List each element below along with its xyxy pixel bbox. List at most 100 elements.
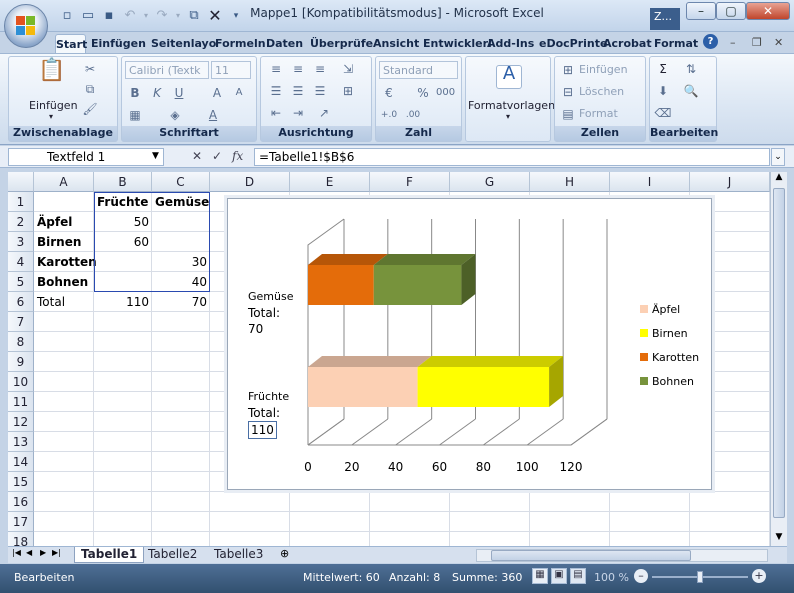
column-header-f[interactable]: F xyxy=(370,172,450,192)
fill-icon[interactable]: ⬇ xyxy=(654,83,672,99)
paste-button[interactable]: Einfügen xyxy=(29,99,78,112)
styles-dropdown-icon[interactable]: ▾ xyxy=(506,112,510,121)
confirm-icon[interactable]: ✓ xyxy=(212,149,222,163)
h-scroll-thumb[interactable] xyxy=(491,550,691,561)
column-header-b[interactable]: B xyxy=(94,172,152,192)
cell-a6[interactable]: Total xyxy=(34,292,68,312)
row-header-10[interactable]: 10 xyxy=(8,372,34,392)
align-top-icon[interactable]: ≡ xyxy=(267,61,285,77)
orientation-icon[interactable]: ↗ xyxy=(315,105,333,121)
workbook-restore-icon[interactable]: ❐ xyxy=(752,36,762,49)
sort-filter-icon[interactable]: ⇅ xyxy=(682,61,700,77)
sheet-tab-tabelle1[interactable]: Tabelle1 xyxy=(74,547,145,563)
zoom-slider-thumb[interactable] xyxy=(697,571,703,583)
normal-view-icon[interactable]: ▦ xyxy=(532,568,548,584)
scroll-down-icon[interactable]: ▼ xyxy=(772,532,786,546)
row-header-16[interactable]: 16 xyxy=(8,492,34,512)
zoom-level[interactable]: 100 % xyxy=(594,571,629,584)
page-layout-icon[interactable]: ▣ xyxy=(551,568,567,584)
grow-font-icon[interactable]: A xyxy=(208,85,226,101)
row-header-8[interactable]: 8 xyxy=(8,332,34,352)
row-header-15[interactable]: 15 xyxy=(8,472,34,492)
align-bottom-icon[interactable]: ≡ xyxy=(311,61,329,77)
indent-increase-icon[interactable]: ⇥ xyxy=(289,105,307,121)
name-box-dropdown-icon[interactable]: ▼ xyxy=(152,151,159,161)
scroll-up-icon[interactable]: ▲ xyxy=(772,172,786,186)
tab-acrobat[interactable]: Acrobat xyxy=(603,34,652,54)
last-sheet-icon[interactable]: ▶| xyxy=(52,548,61,557)
row-header-6[interactable]: 6 xyxy=(8,292,34,312)
merge-cells-icon[interactable]: ⊞ xyxy=(339,83,357,99)
tab-format[interactable]: Format xyxy=(654,34,698,54)
paste-icon[interactable]: 📋 xyxy=(37,60,67,91)
cut-icon[interactable]: ✂ xyxy=(81,61,99,77)
chart-object[interactable]: 0 20 40 60 80 100 120 Äpfel Birnen Karotten Bohne… xyxy=(227,198,712,490)
align-left-icon[interactable]: ☰ xyxy=(267,83,285,99)
row-header-17[interactable]: 17 xyxy=(8,512,34,532)
cell-a5[interactable]: Bohnen xyxy=(34,272,91,292)
cancel-icon[interactable]: ✕ xyxy=(192,149,202,163)
column-header-h[interactable]: H xyxy=(530,172,610,192)
format-painter-icon[interactable]: 🖌 xyxy=(81,101,99,117)
first-sheet-icon[interactable]: |◀ xyxy=(12,548,21,557)
close-button[interactable]: ✕ xyxy=(746,2,790,20)
indent-decrease-icon[interactable]: ⇤ xyxy=(267,105,285,121)
prev-sheet-icon[interactable]: ◀ xyxy=(26,548,32,557)
selected-textbox[interactable]: 110 xyxy=(248,421,277,439)
tab-ansicht[interactable]: Ansicht xyxy=(373,34,419,54)
column-header-d[interactable]: D xyxy=(210,172,290,192)
bold-icon[interactable]: B xyxy=(126,85,144,101)
formula-input[interactable]: =Tabelle1!$B$6 xyxy=(254,148,770,166)
insert-function-icon[interactable]: fx xyxy=(232,149,243,163)
zoom-slider[interactable] xyxy=(652,571,748,583)
tab-formeln[interactable]: Formeln xyxy=(215,34,266,54)
clear-icon[interactable]: ⌫ xyxy=(654,105,672,121)
row-header-14[interactable]: 14 xyxy=(8,452,34,472)
borders-icon[interactable]: ▦ xyxy=(126,107,144,123)
font-color-icon[interactable]: A xyxy=(204,107,222,123)
tab-daten[interactable]: Daten xyxy=(266,34,303,54)
delete-cells-button[interactable]: Löschen xyxy=(579,85,624,98)
cell-a3[interactable]: Birnen xyxy=(34,232,84,252)
formatvorlagen-button[interactable]: Formatvorlagen xyxy=(468,99,555,112)
zoom-in-icon[interactable]: + xyxy=(752,569,766,583)
row-header-9[interactable]: 9 xyxy=(8,352,34,372)
row-header-13[interactable]: 13 xyxy=(8,432,34,452)
percent-icon[interactable]: % xyxy=(414,85,432,101)
row-header-3[interactable]: 3 xyxy=(8,232,34,252)
sheet-tab-tabelle2[interactable]: Tabelle2 xyxy=(142,547,203,563)
align-right-icon[interactable]: ☰ xyxy=(311,83,329,99)
row-header-7[interactable]: 7 xyxy=(8,312,34,332)
name-box[interactable]: Textfeld 1 xyxy=(8,148,164,166)
help-icon[interactable]: ? xyxy=(703,34,718,49)
cell-a4[interactable]: Karotten xyxy=(34,252,100,272)
vertical-scrollbar[interactable]: ▲ ▼ xyxy=(770,172,787,546)
thousands-separator-icon[interactable]: 000 xyxy=(436,85,455,101)
total-value[interactable]: 70 xyxy=(248,321,293,337)
row-header-11[interactable]: 11 xyxy=(8,392,34,412)
insert-sheet-icon[interactable]: ⊕ xyxy=(280,547,289,560)
row-header-1[interactable]: 1 xyxy=(8,192,34,212)
tab-einfuegen[interactable]: Einfügen xyxy=(91,34,146,54)
expand-formula-bar-icon[interactable]: ⌄ xyxy=(771,148,785,166)
find-select-icon[interactable]: 🔍 xyxy=(682,83,700,99)
cell-a2[interactable]: Äpfel xyxy=(34,212,75,232)
autosum-icon[interactable]: Σ xyxy=(654,61,672,77)
row-header-5[interactable]: 5 xyxy=(8,272,34,292)
font-size-select[interactable]: 11 xyxy=(211,61,251,79)
wrap-text-icon[interactable]: ⇲ xyxy=(339,61,357,77)
tab-add-ins[interactable]: Add-Ins xyxy=(487,34,534,54)
align-middle-icon[interactable]: ≡ xyxy=(289,61,307,77)
page-break-icon[interactable]: ▤ xyxy=(570,568,586,584)
zoom-out-icon[interactable]: – xyxy=(634,569,648,583)
taskbar-preview[interactable]: Z... xyxy=(650,8,680,30)
increase-decimal-icon[interactable]: +.0 xyxy=(380,107,398,123)
fill-color-icon[interactable]: ◈ xyxy=(166,107,184,123)
column-header-j[interactable]: J xyxy=(690,172,770,192)
maximize-button[interactable]: ▢ xyxy=(716,2,746,20)
worksheet-grid[interactable]: ABCDEFGHIJ 1 2 3 4 5 6 7 8 9 10 11 12 13 14 15 16 17 18 F… xyxy=(8,172,770,546)
cell-b6[interactable]: 110 xyxy=(94,292,152,312)
align-center-icon[interactable]: ☰ xyxy=(289,83,307,99)
workbook-close-icon[interactable]: ✕ xyxy=(774,36,783,49)
currency-icon[interactable]: € xyxy=(380,85,398,101)
